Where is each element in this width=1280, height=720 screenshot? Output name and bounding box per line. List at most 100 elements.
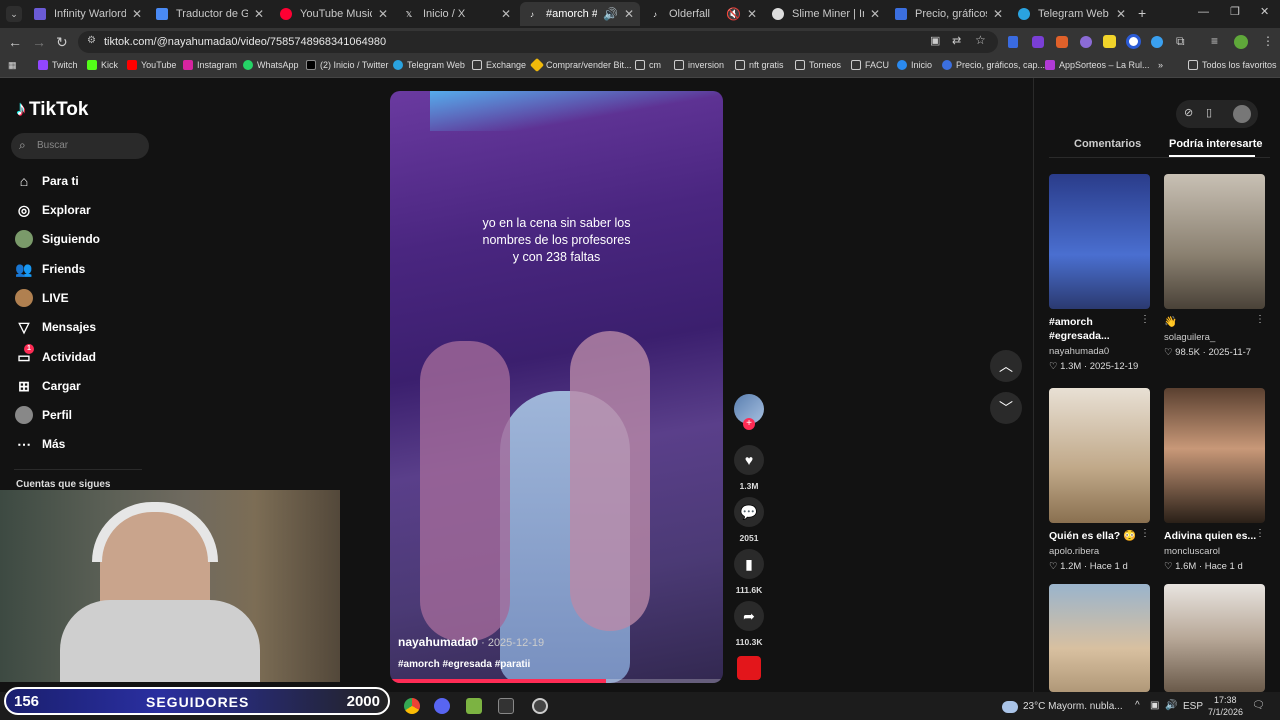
- extension-icon[interactable]: [1008, 36, 1018, 48]
- follow-plus-icon[interactable]: +: [743, 418, 755, 430]
- nav-cargar[interactable]: ⊞ Cargar: [14, 375, 81, 397]
- nav-siguiendo[interactable]: Siguiendo: [14, 228, 100, 250]
- reload-icon[interactable]: ↻: [56, 34, 68, 51]
- bookmark-star-icon[interactable]: ☆: [975, 33, 986, 47]
- browser-menu-icon[interactable]: ⋮: [1262, 34, 1274, 48]
- extensions-puzzle-icon[interactable]: ⧉: [1176, 34, 1185, 49]
- language-indicator[interactable]: ESP: [1183, 701, 1203, 712]
- bookmark-whatsapp[interactable]: WhatsApp: [243, 60, 299, 70]
- bookmark-binance[interactable]: Comprar/vender Bit...: [529, 57, 632, 73]
- user-avatar[interactable]: [1233, 105, 1251, 123]
- tab-close-icon[interactable]: ✕: [378, 7, 388, 21]
- site-info-icon[interactable]: ⚙: [87, 35, 96, 46]
- tab-precio-graficos[interactable]: Precio, gráficos, capi ✕: [889, 2, 1009, 26]
- apps-grid-icon[interactable]: ▦: [8, 60, 17, 71]
- tab-audio-icon[interactable]: 🔊: [603, 7, 618, 21]
- translate-icon[interactable]: ⇄: [952, 34, 961, 47]
- bookmark-youtube[interactable]: YouTube: [127, 60, 176, 70]
- suggested-video-card[interactable]: ⋮ Adivina quien es... moncluscarol ♡ 1.6…: [1164, 388, 1265, 572]
- search-input[interactable]: ⌕ Buscar: [11, 133, 149, 159]
- nav-perfil[interactable]: Perfil: [14, 404, 72, 426]
- video-author[interactable]: nayahumada0 · 2025-12-19: [398, 635, 544, 649]
- settings-icon[interactable]: ⊘: [1184, 106, 1193, 119]
- extension-icon[interactable]: [1056, 36, 1068, 48]
- tiktok-logo[interactable]: ♪ TikTok: [16, 98, 88, 121]
- discord-icon[interactable]: [434, 698, 450, 714]
- nav-mensajes[interactable]: ▽ Mensajes: [14, 316, 96, 338]
- suggested-video-card[interactable]: ⋮ Quién es ella? 😳 apolo.ribera ♡ 1.2M ·…: [1049, 388, 1150, 572]
- bookmark-telegram[interactable]: Telegram Web: [393, 60, 465, 70]
- tab-google-translate[interactable]: Traductor de Google ✕: [150, 2, 270, 26]
- clock-date[interactable]: 7/1/2026: [1208, 707, 1243, 717]
- address-bar[interactable]: ⚙ tiktok.com/@nayahumada0/video/75857489…: [78, 31, 998, 53]
- sound-disc-icon[interactable]: [737, 656, 761, 680]
- suggested-video-card[interactable]: ⋮ #amorch #egresada... nayahumada0 ♡ 1.3…: [1049, 174, 1150, 372]
- profile-avatar[interactable]: [1234, 35, 1248, 49]
- tab-suggested[interactable]: Podría interesarte: [1169, 138, 1263, 150]
- tab-telegram[interactable]: Telegram Web ✕: [1012, 2, 1132, 26]
- all-bookmarks-folder[interactable]: Todos los favoritos: [1188, 60, 1277, 70]
- back-arrow-icon[interactable]: ←: [8, 34, 22, 50]
- tab-muted-icon[interactable]: 🔇: [726, 7, 741, 21]
- install-app-icon[interactable]: ▣: [930, 34, 940, 47]
- tab-youtube-music[interactable]: YouTube Music ✕: [274, 2, 394, 26]
- bookmark-folder-cm[interactable]: cm: [635, 60, 661, 70]
- tab-x[interactable]: 𝕏 Inicio / X ✕: [397, 2, 517, 26]
- extension-icon[interactable]: [1103, 35, 1116, 48]
- nav-para-ti[interactable]: ⌂ Para ti: [14, 170, 79, 192]
- comment-button[interactable]: 💬 2051: [734, 497, 764, 543]
- new-tab-button[interactable]: +: [1138, 5, 1146, 21]
- save-button[interactable]: ▮ 111.6K: [734, 549, 764, 595]
- suggested-video-card[interactable]: [1049, 584, 1150, 692]
- weather-text[interactable]: 23°C Mayorm. nubla...: [1023, 701, 1123, 712]
- extension-icon[interactable]: [1080, 36, 1092, 48]
- device-icon[interactable]: ▯: [1206, 106, 1212, 119]
- bookmark-appsorteos[interactable]: AppSorteos – La Rul...: [1045, 60, 1150, 70]
- author-avatar-button[interactable]: +: [734, 394, 764, 436]
- video-player[interactable]: yo en la cena sin saber los nombres de l…: [390, 91, 723, 683]
- bookmark-instagram[interactable]: Instagram: [183, 60, 237, 70]
- more-bookmarks-icon[interactable]: »: [1158, 60, 1163, 70]
- suggested-video-card[interactable]: ⋮ 👋 solaguilera_ ♡ 98.5K · 2025-11-7: [1164, 174, 1265, 358]
- more-options-icon[interactable]: ⋮: [1140, 528, 1150, 539]
- next-video-button[interactable]: ﹀: [990, 392, 1022, 424]
- bookmark-folder-inversion[interactable]: inversion: [674, 60, 724, 70]
- bookmark-precio[interactable]: Precio, gráficos, cap...: [942, 60, 1045, 70]
- tab-close-icon[interactable]: ✕: [870, 7, 880, 21]
- bookmark-twitch[interactable]: Twitch: [38, 60, 78, 70]
- forward-arrow-icon[interactable]: →: [32, 34, 46, 50]
- tray-chevron-icon[interactable]: ^: [1135, 700, 1140, 711]
- previous-video-button[interactable]: ︿: [990, 350, 1022, 382]
- app-icon[interactable]: [466, 698, 482, 714]
- nav-friends[interactable]: 👥 Friends: [14, 258, 85, 280]
- tab-tiktok-active[interactable]: ♪ #amorch #egresa 🔊 ✕: [520, 2, 640, 26]
- bookmark-folder-nft[interactable]: nft gratis: [735, 60, 784, 70]
- tab-close-icon[interactable]: ✕: [132, 7, 142, 21]
- tab-search-button[interactable]: ⌄: [6, 6, 22, 22]
- chrome-icon[interactable]: [404, 698, 420, 714]
- bookmark-kick[interactable]: Kick: [87, 60, 118, 70]
- tab-close-icon[interactable]: ✕: [1116, 7, 1126, 21]
- more-options-icon[interactable]: ⋮: [1140, 314, 1150, 325]
- extension-icon[interactable]: [1032, 36, 1044, 48]
- tab-close-icon[interactable]: ✕: [501, 7, 511, 21]
- notifications-icon[interactable]: 🗨: [1252, 700, 1265, 711]
- video-hashtags[interactable]: #amorch #egresada #paratii: [398, 659, 530, 670]
- tab-comments[interactable]: Comentarios: [1074, 138, 1141, 150]
- bookmark-twitter[interactable]: (2) Inicio / Twitter: [306, 60, 388, 70]
- epic-games-icon[interactable]: [498, 698, 514, 714]
- obs-icon[interactable]: [532, 698, 548, 714]
- nav-mas[interactable]: ⋯ Más: [14, 433, 65, 455]
- volume-icon[interactable]: 🔊: [1165, 700, 1177, 711]
- tab-slime-miner[interactable]: Slime Miner | Immuta ✕: [766, 2, 886, 26]
- bookmark-folder-torneos[interactable]: Torneos: [795, 60, 841, 70]
- more-options-icon[interactable]: ⋮: [1255, 314, 1265, 325]
- suggested-video-card[interactable]: [1164, 584, 1265, 692]
- nav-explorar[interactable]: ◎ Explorar: [14, 199, 91, 221]
- like-button[interactable]: ♥ 1.3M: [734, 445, 764, 491]
- bookmark-exchange[interactable]: Exchange: [472, 60, 526, 70]
- minimize-button[interactable]: —: [1198, 6, 1209, 18]
- restore-button[interactable]: ❐: [1230, 5, 1240, 18]
- tab-close-icon[interactable]: ✕: [254, 7, 264, 21]
- share-button[interactable]: ➦ 110.3K: [734, 601, 764, 647]
